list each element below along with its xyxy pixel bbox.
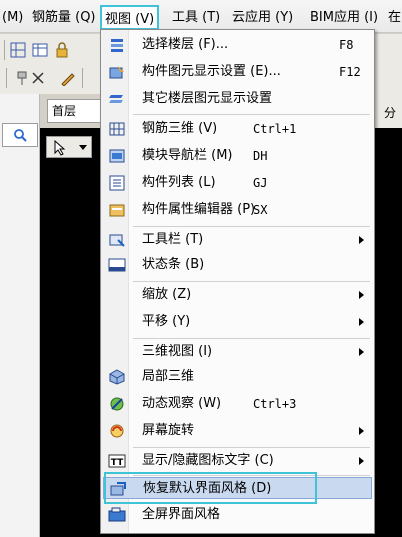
menu-item-label: 动态观察 (W) <box>142 396 222 411</box>
menu-item-local-3d[interactable]: 局部三维 <box>103 366 372 388</box>
menu-item-status-bar[interactable]: 状态条 (B) <box>103 254 372 276</box>
screen-rotate-icon <box>110 424 124 438</box>
menu-bim[interactable]: BIM应用 (I) <box>308 9 380 27</box>
menu-item-module-nav[interactable]: 模块导航栏 (M) DH <box>103 145 372 167</box>
menu-item-shortcut: GJ <box>253 176 268 190</box>
statusbar-icon <box>108 258 126 272</box>
select-tool[interactable] <box>46 136 92 158</box>
svg-text:TT: TT <box>111 458 124 468</box>
menu-item-label: 选择楼层 (F)... <box>142 37 229 52</box>
menu-item-other-floor-display[interactable]: 其它楼层图元显示设置 <box>103 88 372 110</box>
view-menu-dropdown: 选择楼层 (F)... F8 构件图元显示设置 (E)... F12 其它楼层图… <box>100 29 375 534</box>
toolbar-icon <box>109 234 125 247</box>
grid-icon[interactable] <box>10 42 26 58</box>
menu-item-property-editor[interactable]: 构件属性编辑器 (P) SX <box>103 199 372 221</box>
menu-separator <box>133 338 370 339</box>
menu-item-label: 全屏界面风格 <box>142 507 221 522</box>
menu-item-label: 三维视图 (I) <box>142 344 213 359</box>
search-input[interactable] <box>2 123 38 147</box>
local-3d-icon <box>109 369 125 385</box>
dynamic-orbit-icon <box>110 397 124 411</box>
close-icon[interactable] <box>30 70 46 86</box>
display-settings-icon <box>109 66 124 79</box>
menu-item-label: 状态条 (B) <box>142 257 205 272</box>
other-floor-icon <box>109 95 123 103</box>
menu-tools[interactable]: 工具 (T) <box>170 9 222 27</box>
submenu-arrow-icon <box>359 348 364 356</box>
table-icon[interactable] <box>32 42 48 58</box>
menu-item-shortcut: SX <box>253 203 268 217</box>
menu-item-label: 屏幕旋转 <box>142 423 195 438</box>
menu-item-shortcut: Ctrl+3 <box>253 397 297 411</box>
tt-icon: TT <box>108 454 126 468</box>
menu-item-label: 构件属性编辑器 (P) <box>142 202 256 217</box>
menu-item-label: 构件列表 (L) <box>142 175 216 190</box>
floor-select[interactable]: 首层 <box>47 99 107 123</box>
lock-icon[interactable] <box>54 42 70 58</box>
menu-item-label: 钢筋三维 (V) <box>142 121 218 136</box>
menu-separator <box>133 281 370 282</box>
menu-item-label: 平移 (Y) <box>142 314 191 329</box>
menu-item-label: 构件图元显示设置 (E)... <box>142 64 281 79</box>
component-list-icon <box>109 175 125 191</box>
menu-item-display-settings[interactable]: 构件图元显示设置 (E)... F12 <box>103 61 372 83</box>
chevron-down-icon <box>79 145 87 150</box>
menu-m[interactable]: (M) <box>0 9 25 27</box>
menu-item-label: 显示/隐藏图标文字 (C) <box>142 453 274 468</box>
menu-separator <box>133 114 370 115</box>
menu-item-pan[interactable]: 平移 (Y) <box>103 311 372 333</box>
module-nav-icon <box>109 149 125 163</box>
cursor-icon <box>54 140 66 156</box>
menu-item-shortcut: Ctrl+1 <box>253 122 297 136</box>
submenu-arrow-icon <box>359 457 364 465</box>
menu-cloud[interactable]: 云应用 (Y) <box>230 9 295 27</box>
menu-item-3d-view[interactable]: 三维视图 (I) <box>103 341 372 363</box>
menu-item-fullscreen-layout[interactable]: 全屏界面风格 <box>103 504 372 526</box>
submenu-arrow-icon <box>359 236 364 244</box>
menu-item-label: 缩放 (Z) <box>142 287 192 302</box>
menu-item-shortcut: F12 <box>339 65 361 79</box>
menu-view[interactable]: 视图 (V) <box>100 5 160 30</box>
menu-item-toggle-icon-text[interactable]: TT 显示/隐藏图标文字 (C) <box>103 450 372 472</box>
menu-item-shortcut: DH <box>253 149 268 163</box>
menu-item-dynamic-orbit[interactable]: 动态观察 (W) Ctrl+3 <box>103 393 372 415</box>
submenu-arrow-icon <box>359 291 364 299</box>
toolbar-separator <box>82 68 83 88</box>
menu-item-label: 其它楼层图元显示设置 <box>142 91 273 106</box>
floor-select-icon <box>111 39 123 52</box>
toolbar-separator <box>4 40 5 60</box>
menu-separator <box>133 226 370 227</box>
fullscreen-icon <box>108 507 126 522</box>
menu-separator <box>133 447 370 448</box>
menu-item-select-floor[interactable]: 选择楼层 (F)... F8 <box>103 34 372 56</box>
submenu-arrow-icon <box>359 318 364 326</box>
highlight-annotation <box>104 472 317 504</box>
property-editor-icon <box>109 204 125 217</box>
left-panel <box>0 94 40 537</box>
menu-item-label: 模块导航栏 (M) <box>142 148 233 163</box>
menu-rebar-quantity[interactable]: 钢筋量 (Q) <box>30 9 98 27</box>
partial-label: 分 <box>384 106 397 120</box>
submenu-arrow-icon <box>359 427 364 435</box>
search-icon <box>14 129 27 142</box>
menu-item-zoom[interactable]: 缩放 (Z) <box>103 284 372 306</box>
menu-item-toolbar[interactable]: 工具栏 (T) <box>103 229 372 251</box>
pin-icon[interactable] <box>14 70 30 86</box>
menu-item-screen-rotate[interactable]: 屏幕旋转 <box>103 420 372 442</box>
menu-item-label: 工具栏 (T) <box>142 232 204 247</box>
menu-item-shortcut: F8 <box>339 38 354 52</box>
pen-icon[interactable] <box>60 70 76 86</box>
menu-item-label: 局部三维 <box>142 369 195 384</box>
menu-item-component-list[interactable]: 构件列表 (L) GJ <box>103 172 372 194</box>
menu-more[interactable]: 在 <box>386 9 402 27</box>
toolbar-separator <box>6 68 7 88</box>
rebar-3d-icon <box>109 122 125 136</box>
menu-item-rebar-3d[interactable]: 钢筋三维 (V) Ctrl+1 <box>103 118 372 140</box>
